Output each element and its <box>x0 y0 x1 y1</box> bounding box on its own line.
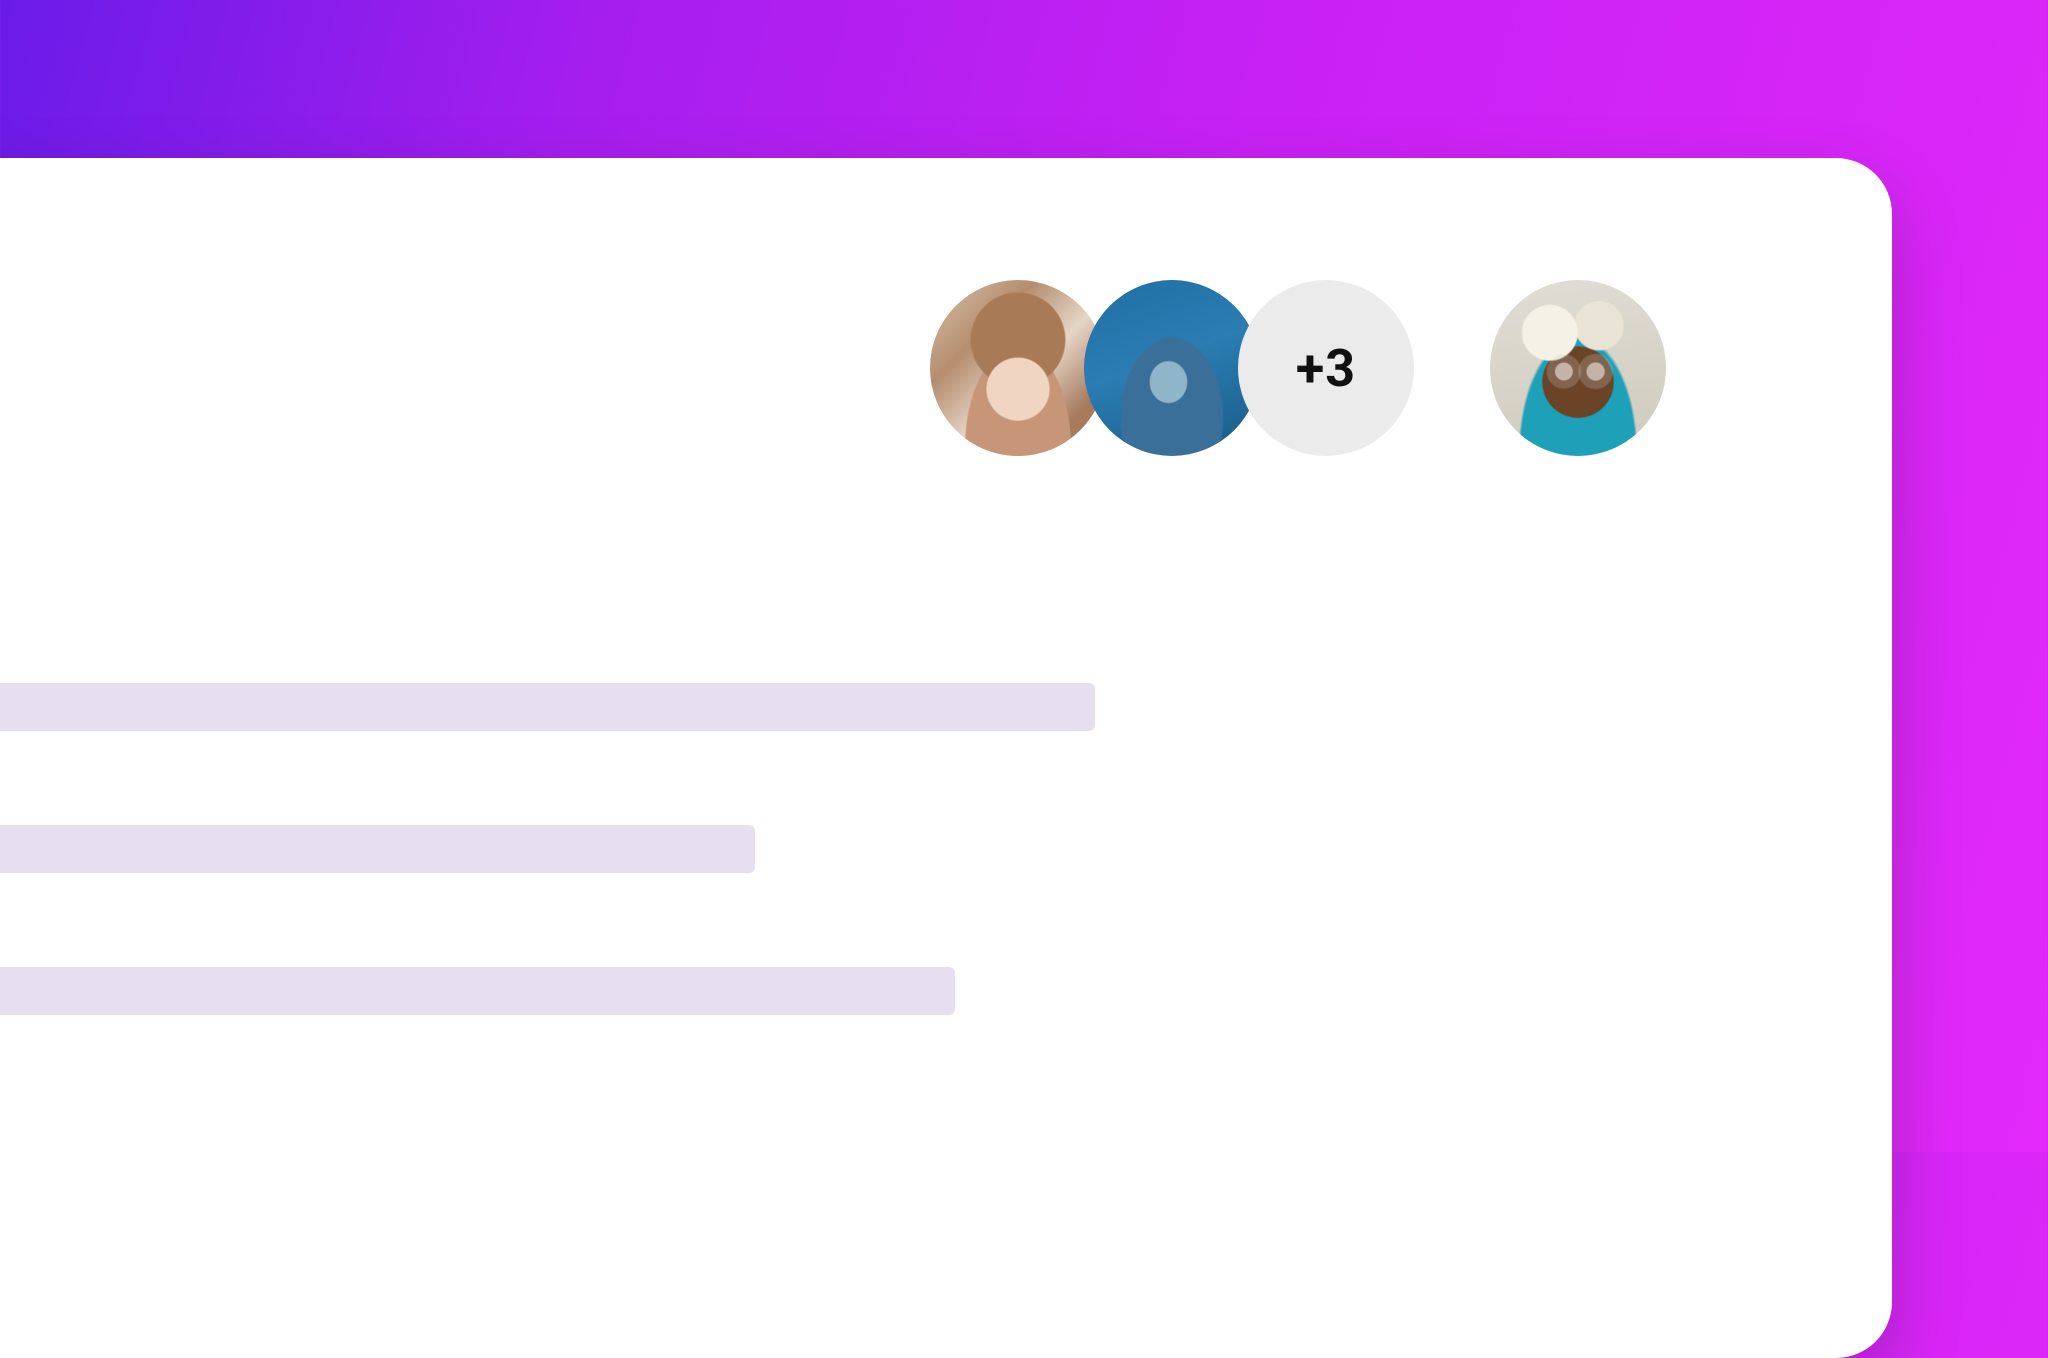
skeleton-line <box>0 683 1095 731</box>
skeleton-line <box>0 967 955 1015</box>
skeleton-line <box>0 825 755 873</box>
avatar-row: +3 <box>930 280 1666 456</box>
avatar-stack: +3 <box>930 280 1414 456</box>
skeleton-placeholder-group <box>0 683 1095 1109</box>
avatar-user-2[interactable] <box>1084 280 1260 456</box>
avatar-user-1[interactable] <box>930 280 1106 456</box>
content-card: +3 <box>0 158 1892 1358</box>
avatar-overflow-count[interactable]: +3 <box>1238 280 1414 456</box>
avatar-user-current[interactable] <box>1490 280 1666 456</box>
